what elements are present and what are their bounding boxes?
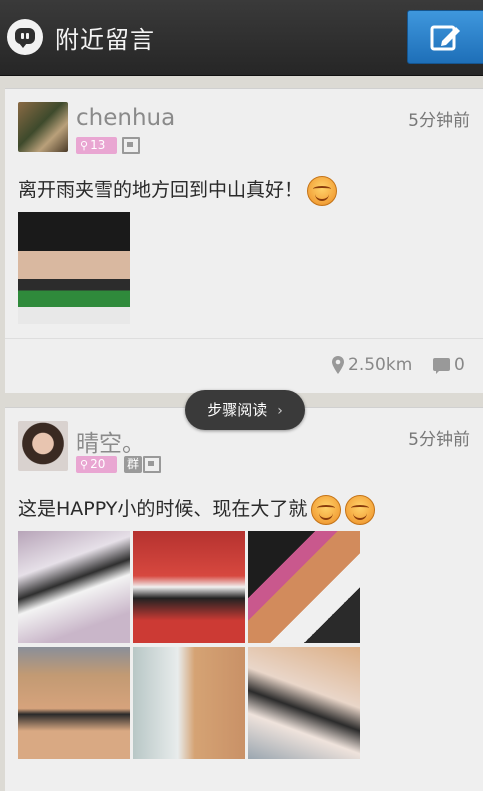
post-time: 5分钟前: [408, 430, 470, 450]
step-reading-button[interactable]: 步骤阅读 ›: [185, 390, 305, 430]
level-badge: ⚲ 20: [76, 456, 117, 473]
post-time: 5分钟前: [408, 111, 470, 131]
post-card[interactable]: 晴空。 5分钟前 ⚲ 20 群 这是HAPPY小的时候、现在大了就: [5, 407, 483, 791]
username[interactable]: chenhua: [76, 105, 175, 131]
username[interactable]: 晴空。: [76, 424, 145, 458]
post-photo[interactable]: [133, 647, 245, 759]
photo-album-icon: [143, 456, 161, 473]
post-photo[interactable]: [133, 531, 245, 643]
post-photo[interactable]: [18, 212, 130, 324]
chat-bubble-icon[interactable]: [7, 19, 43, 55]
comment-icon[interactable]: [433, 358, 450, 374]
laugh-emoji-icon: [311, 494, 342, 525]
top-bar: 附近留言: [0, 0, 483, 76]
level-value: 13: [90, 138, 106, 152]
key-icon: ⚲: [80, 139, 89, 152]
post-text: 这是HAPPY小的时候、现在大了就: [18, 494, 376, 525]
avatar[interactable]: [18, 421, 68, 471]
smile-emoji-icon: [307, 175, 338, 206]
distance: 2.50km: [348, 355, 413, 375]
chevron-right-icon: ›: [277, 403, 283, 419]
post-photo[interactable]: [18, 531, 130, 643]
compose-button[interactable]: [407, 10, 483, 64]
key-icon: ⚲: [80, 458, 89, 471]
photo-album-icon: [122, 137, 140, 154]
post-text: 离开雨夹雪的地方回到中山真好！: [18, 175, 338, 206]
avatar[interactable]: [18, 102, 68, 152]
post-text-content: 这是HAPPY小的时候、现在大了就: [18, 498, 308, 520]
page-title: 附近留言: [55, 26, 155, 54]
post-photo[interactable]: [18, 647, 130, 759]
location-pin-icon: [332, 356, 344, 374]
level-value: 20: [90, 457, 106, 471]
group-badge: 群: [124, 456, 143, 473]
post-photo[interactable]: [248, 647, 360, 759]
post-card[interactable]: chenhua 5分钟前 ⚲ 13 离开雨夹雪的地方回到中山真好！ 2.50km …: [5, 88, 483, 393]
level-badge: ⚲ 13: [76, 137, 117, 154]
post-photo[interactable]: [248, 531, 360, 643]
comment-count[interactable]: 0: [454, 355, 465, 375]
step-reading-label: 步骤阅读: [207, 401, 268, 419]
post-footer: 2.50km 0: [5, 338, 483, 394]
post-text-content: 离开雨夹雪的地方回到中山真好！: [18, 179, 304, 201]
laugh-emoji-icon: [345, 494, 376, 525]
edit-icon: [430, 25, 460, 51]
